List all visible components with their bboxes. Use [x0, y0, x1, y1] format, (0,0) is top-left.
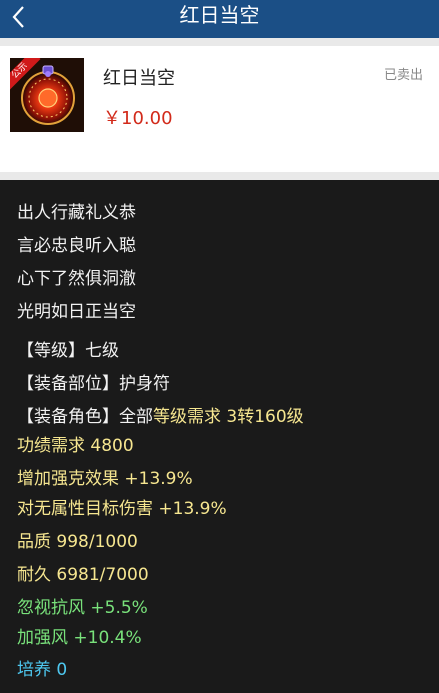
poem-line: 光明如日正当空 — [17, 302, 136, 322]
green-stat-line: 忽视抗风 +5.5% — [17, 598, 148, 618]
role-line: 【装备角色】全部等级需求 3转160级 — [17, 406, 304, 428]
poem-line: 言必忠良听入聪 — [17, 236, 136, 256]
item-thumbnail[interactable]: 公示 — [10, 58, 84, 132]
poem-line: 心下了然俱洞澈 — [17, 269, 136, 289]
durability-text: 耐久 6981/7000 — [17, 565, 149, 585]
cultivation-text: 培养 0 — [17, 660, 68, 680]
item-description-panel: 出人行藏礼义恭 言必忠良听入聪 心下了然俱洞澈 光明如日正当空 【等级】七级 【… — [0, 180, 439, 693]
top-bar: 红日当空 — [0, 0, 439, 38]
quality-text: 品质 998/1000 — [17, 532, 138, 552]
level-text: 【等级】七级 — [17, 341, 119, 361]
merit-requirement: 功绩需求 4800 — [17, 436, 134, 456]
item-price: ￥10.00 — [103, 108, 173, 129]
green-stat-line: 加强风 +10.4% — [17, 628, 142, 648]
level-requirement: 等级需求 3转160级 — [153, 407, 304, 427]
sold-status: 已卖出 — [383, 68, 423, 83]
role-text: 【装备角色】全部 — [17, 407, 153, 427]
poem-line: 出人行藏礼义恭 — [17, 203, 136, 223]
item-card[interactable]: 公示 红日当空 ￥10.00 已卖出 — [0, 46, 439, 172]
item-name: 红日当空 — [103, 68, 175, 89]
stat-line: 增加强克效果 +13.9% — [17, 469, 193, 489]
page-title: 红日当空 — [179, 3, 260, 27]
slot-text: 【装备部位】护身符 — [17, 374, 170, 394]
stat-line: 对无属性目标伤害 +13.9% — [17, 499, 227, 519]
